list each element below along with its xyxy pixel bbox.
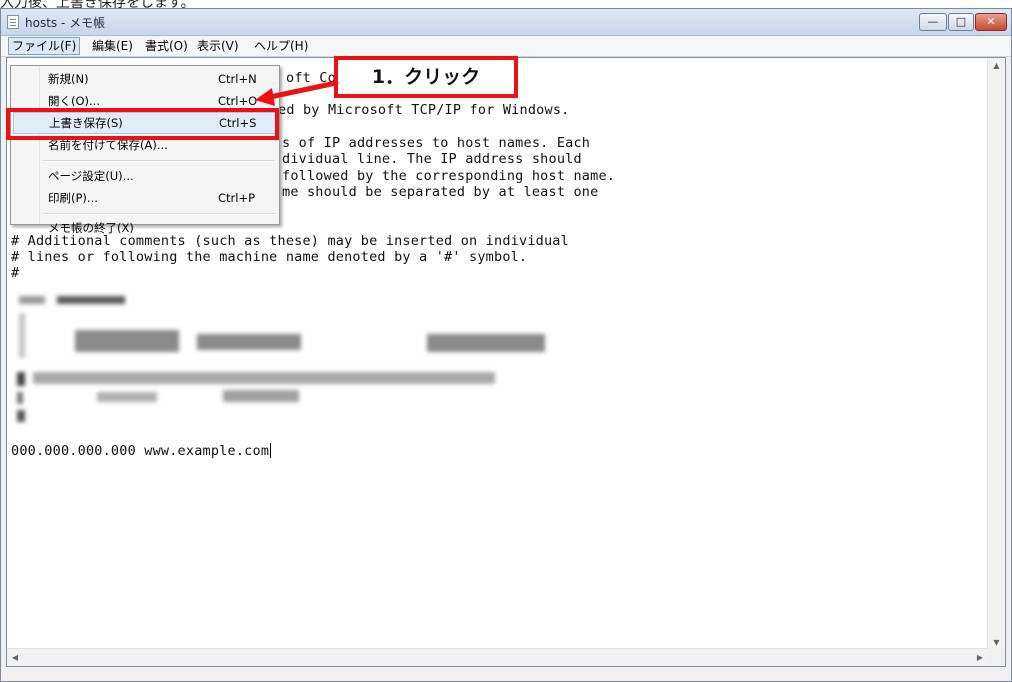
menu-help[interactable]: ヘルプ(H)	[251, 37, 311, 55]
scroll-up-arrow-icon[interactable]: ▲	[988, 58, 1005, 74]
notepad-icon	[7, 15, 19, 29]
menu-item-shortcut: Ctrl+P	[218, 191, 256, 205]
menu-format[interactable]: 書式(O)	[142, 37, 191, 55]
redacted-text	[75, 330, 179, 352]
text-fragment: me should be separated by at least one	[282, 184, 599, 200]
menu-item-label: 新規(N)	[48, 72, 89, 86]
redacted-text	[57, 296, 125, 304]
redacted-text	[17, 372, 25, 386]
close-button[interactable]: ✕	[975, 13, 1007, 31]
scroll-right-arrow-icon[interactable]: ▶	[972, 649, 988, 666]
menu-separator	[43, 160, 275, 162]
text-fragment: ed by Microsoft TCP/IP for Windows.	[278, 102, 570, 118]
minimize-button[interactable]: —	[919, 13, 947, 31]
redacted-text	[223, 390, 299, 402]
text-fragment: followed by the corresponding host name.	[282, 168, 616, 184]
menu-bar: ファイル(F) 編集(E) 書式(O) 表示(V) ヘルプ(H)	[1, 36, 1011, 57]
vertical-scrollbar[interactable]: ▲ ▼	[987, 58, 1005, 651]
highlight-box	[6, 108, 279, 140]
menu-file[interactable]: ファイル(F)	[8, 37, 81, 55]
text-fragment: s of IP addresses to host names. Each	[282, 135, 591, 151]
hosts-entry-line: 000.000.000.000 www.example.com	[11, 443, 272, 459]
title-bar[interactable]: hosts - メモ帳 — □ ✕	[1, 9, 1011, 36]
redacted-text	[17, 392, 23, 404]
menu-item-shortcut: Ctrl+N	[218, 72, 257, 86]
text-fragment: dividual line. The IP address should	[282, 151, 582, 167]
window-title: hosts - メモ帳	[25, 16, 106, 30]
menu-separator	[43, 213, 275, 215]
menu-item-label: ページ設定(U)...	[48, 169, 134, 183]
menu-item-exit[interactable]: メモ帳の終了(X)	[13, 218, 277, 235]
menu-item-page-setup[interactable]: ページ設定(U)...	[13, 165, 277, 187]
comment-line: # lines or following the machine name de…	[11, 249, 528, 265]
instruction-callout: 1．クリック	[334, 56, 518, 98]
redacted-text	[97, 392, 157, 402]
redacted-text	[427, 334, 545, 352]
scroll-left-arrow-icon[interactable]: ◀	[7, 649, 23, 666]
redacted-text	[33, 372, 495, 384]
menu-item-label: メモ帳の終了(X)	[48, 221, 134, 235]
redacted-text	[17, 410, 25, 422]
hosts-entry: 000.000.000.000 www.example.com	[11, 443, 270, 459]
menu-item-label: 印刷(P)...	[48, 191, 98, 205]
horizontal-scrollbar[interactable]: ◀ ▶	[7, 648, 988, 666]
menu-edit[interactable]: 編集(E)	[89, 37, 136, 55]
resize-grip[interactable]	[988, 649, 1005, 666]
menu-item-new[interactable]: 新規(N) Ctrl+N	[13, 68, 277, 90]
redacted-text	[19, 313, 25, 358]
menu-item-print[interactable]: 印刷(P)... Ctrl+P	[13, 187, 277, 209]
redacted-text	[19, 296, 45, 304]
text-caret	[270, 443, 272, 458]
file-menu-dropdown: 新規(N) Ctrl+N 開く(O)... Ctrl+O 上書き保存(S) Ct…	[10, 65, 280, 235]
text-fragment: oft Co	[286, 70, 336, 86]
page-caption: 入力後、上書き保存をします。	[0, 0, 195, 11]
redacted-text	[197, 334, 301, 350]
maximize-button[interactable]: □	[948, 13, 974, 31]
comment-line: #	[11, 265, 20, 281]
menu-view[interactable]: 表示(V)	[194, 37, 242, 55]
